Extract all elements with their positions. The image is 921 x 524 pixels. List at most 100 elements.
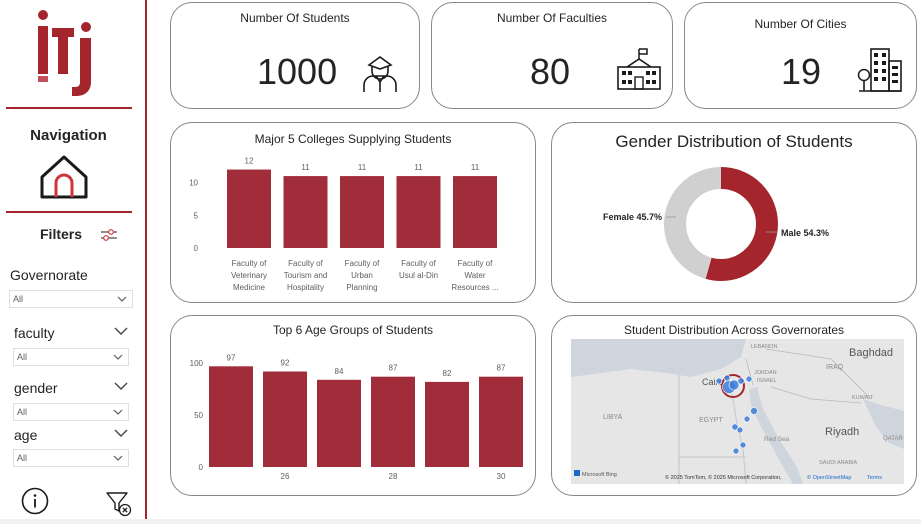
gender-slicer-label: gender <box>14 380 58 396</box>
map-label: SAUDI ARABIA <box>819 460 858 466</box>
sidebar: Navigation Filters Governorate All facul… <box>0 0 147 524</box>
map-label: ISRAEL <box>757 378 777 384</box>
governorate-slicer-label: Governorate <box>10 267 88 283</box>
sliders-icon <box>101 229 117 241</box>
y-tick-label: 10 <box>189 179 198 188</box>
data-label: 11 <box>414 163 423 172</box>
colleges-bar-chart: 0 5 10 12 Faculty of Veterinary Medicine 11 Facu… <box>189 157 498 292</box>
bar <box>453 176 497 248</box>
x-tick-label: Faculty of <box>288 259 323 268</box>
map-point <box>728 379 740 391</box>
map-point <box>750 407 758 415</box>
x-tick-label: Veterinary <box>231 271 267 280</box>
sidebar-divider <box>6 211 132 213</box>
data-label: 82 <box>443 369 452 378</box>
bar <box>227 169 271 248</box>
map-label: QATAR <box>883 436 903 442</box>
bar <box>371 376 415 467</box>
chevron-down-icon[interactable] <box>114 381 128 391</box>
school-icon <box>617 48 661 90</box>
data-label: 11 <box>358 163 367 172</box>
x-tick-label: Faculty of <box>232 259 267 268</box>
governorate-dropdown[interactable]: All <box>9 290 133 308</box>
map-label: LEBANON <box>751 344 777 350</box>
kpi-card-students: Number Of Students 1000 <box>170 2 420 109</box>
chevron-down-icon[interactable] <box>114 428 128 438</box>
faculty-value: All <box>17 352 28 362</box>
chevron-down-icon <box>117 296 127 302</box>
bottom-strip <box>0 519 921 524</box>
iti-logo <box>38 10 91 96</box>
bar <box>396 176 441 248</box>
bar <box>425 381 469 467</box>
female-label: Female 45.7% <box>603 212 662 222</box>
x-tick-label: Faculty of <box>401 259 436 268</box>
map-point <box>736 426 744 434</box>
governorate-value: All <box>13 294 24 304</box>
x-tick-label: Faculty of <box>458 259 493 268</box>
map-terms-link[interactable]: Terms <box>867 475 882 481</box>
kpi-card-cities: Number Of Cities 19 <box>684 2 917 109</box>
map-label: Riyadh <box>825 426 859 438</box>
gender-chart-card: Gender Distribution of Students Female 4… <box>551 122 917 303</box>
kpi-value: 19 <box>781 51 822 92</box>
chevron-down-icon <box>113 455 123 461</box>
city-icon <box>857 48 902 92</box>
y-tick-label: 0 <box>199 463 204 472</box>
map-point <box>723 374 731 382</box>
map-label: EGYPT <box>699 417 723 424</box>
map-osm-link[interactable]: © OpenStreetMap <box>807 474 851 481</box>
map-point <box>715 377 723 385</box>
kpi-label: Number Of Students <box>240 11 350 25</box>
data-label: 97 <box>227 353 236 362</box>
x-tick-label: 28 <box>389 472 398 481</box>
data-label: 87 <box>497 364 506 373</box>
info-icon[interactable] <box>21 487 49 515</box>
map-point <box>737 377 745 385</box>
y-tick-label: 5 <box>194 211 199 220</box>
sidebar-divider <box>6 107 132 109</box>
chevron-down-icon[interactable] <box>114 326 128 336</box>
bar <box>263 371 307 467</box>
y-tick-label: 100 <box>190 359 204 368</box>
data-label: 11 <box>471 163 480 172</box>
age-value: All <box>17 453 28 463</box>
map-label: IRAQ <box>826 364 844 371</box>
bar <box>317 379 361 467</box>
x-tick-label: Usul al-Din <box>399 271 438 280</box>
map-point <box>743 415 751 423</box>
governorates-map[interactable]: LEBANON Baghdad IRAQ ISRAEL JORDAN KUWAI… <box>571 339 904 484</box>
kpi-label: Number Of Faculties <box>496 11 608 25</box>
faculty-dropdown[interactable]: All <box>13 348 129 366</box>
x-tick-label: Resources ... <box>451 283 498 292</box>
clear-filter-icon[interactable] <box>106 491 132 517</box>
x-tick-label: 30 <box>497 472 506 481</box>
chevron-down-icon <box>113 354 123 360</box>
kpi-value: 80 <box>530 51 571 92</box>
x-tick-label: Hospitality <box>287 283 324 292</box>
age-dropdown[interactable]: All <box>13 449 129 467</box>
x-tick-label: Urban <box>351 271 373 280</box>
bar <box>209 366 253 467</box>
map-attribution: © 2025 TomTom, © 2025 Microsoft Corporat… <box>665 474 782 481</box>
data-label: 84 <box>335 367 344 376</box>
map-label: KUWAIT <box>852 395 874 401</box>
gender-dropdown[interactable]: All <box>13 403 129 421</box>
navigation-title: Navigation <box>30 127 107 144</box>
x-tick-label: Planning <box>346 283 377 292</box>
student-icon <box>363 56 397 92</box>
chart-title: Student Distribution Across Governorates <box>623 323 845 337</box>
map-point <box>745 375 753 383</box>
age-chart-card: Top 6 Age Groups of Students 0 50 100 97 92 2… <box>170 315 536 496</box>
data-label: 92 <box>281 358 290 367</box>
map-label: LIBYA <box>603 414 623 421</box>
gender-value: All <box>17 407 28 417</box>
faculty-slicer-label: faculty <box>14 325 55 341</box>
kpi-label: Number Of Cities <box>754 17 847 31</box>
home-icon[interactable] <box>39 153 89 201</box>
kpi-card-faculties: Number Of Faculties 80 <box>431 2 673 109</box>
kpi-value: 1000 <box>257 51 338 92</box>
x-tick-label: Medicine <box>233 283 266 292</box>
data-label: 12 <box>245 157 254 166</box>
x-tick-label: Water <box>464 271 485 280</box>
